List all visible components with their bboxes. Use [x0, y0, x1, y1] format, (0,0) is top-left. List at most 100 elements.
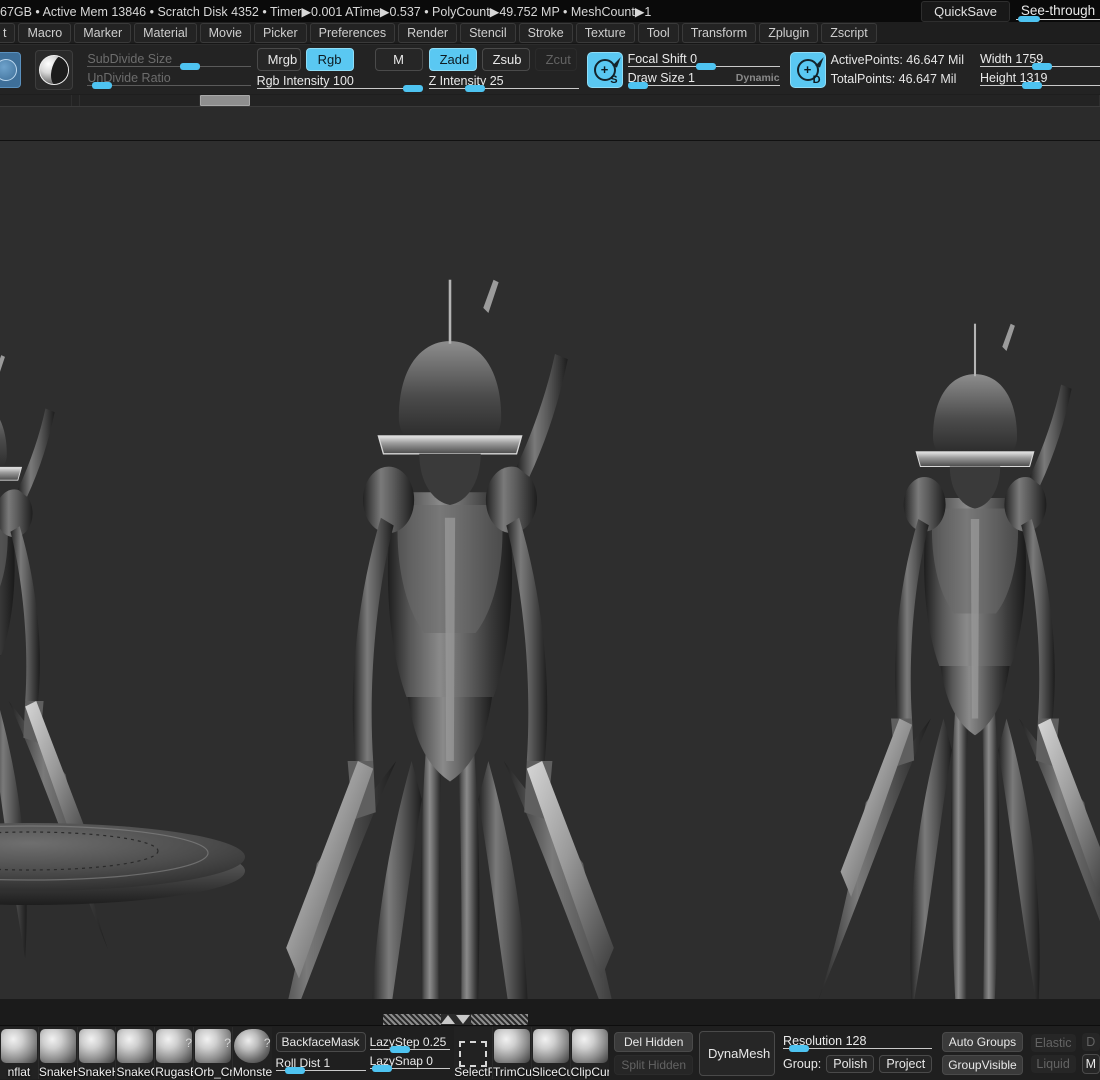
brush-item-inflat[interactable]: nflat [0, 1027, 39, 1079]
undivide-ratio-knob[interactable] [92, 82, 112, 89]
width-knob[interactable] [1032, 63, 1052, 70]
lazystep-track [370, 1049, 451, 1050]
tab-strip-segment-3[interactable] [80, 95, 200, 106]
lazystep-knob[interactable] [390, 1046, 410, 1053]
brush-item-monster[interactable]: ? Monste [233, 1027, 272, 1079]
menu-item-render[interactable]: Render [398, 23, 457, 43]
subdivide-size-slider[interactable]: SubDivide Size [87, 51, 250, 70]
lazysnap-slider[interactable]: LazySnap 0 [370, 1053, 451, 1072]
tool-trimcurve[interactable]: TrimCu [493, 1027, 532, 1079]
tool-slicecurve[interactable]: SliceCu [532, 1027, 571, 1079]
subdivide-slider-group: SubDivide Size UnDivide Ratio [87, 51, 250, 89]
sculpt-viewport-svg [0, 141, 1100, 999]
project-button[interactable]: Project [879, 1055, 932, 1073]
tab-strip-segment-2[interactable] [72, 95, 80, 106]
group-visible-button[interactable]: GroupVisible [942, 1055, 1022, 1075]
bottom-bar-drag-handle[interactable] [383, 1014, 528, 1025]
liquid-button[interactable]: Liquid [1031, 1055, 1076, 1073]
m-button-bottom[interactable]: M [1082, 1054, 1100, 1074]
zsub-button[interactable]: Zsub [482, 48, 530, 71]
tool-selectrect[interactable]: SelectR [454, 1027, 493, 1079]
height-slider[interactable]: Height 1319 [980, 70, 1100, 89]
brush-item-rugasb[interactable]: ? RugasB [155, 1027, 194, 1079]
draw-size-slider[interactable]: Draw Size 1 Dynamic [628, 70, 780, 89]
roll-dist-knob[interactable] [285, 1067, 305, 1074]
zcut-button[interactable]: Zcut [535, 48, 577, 71]
sculpt-canvas[interactable] [0, 141, 1100, 999]
z-intensity-knob[interactable] [465, 85, 485, 92]
tab-strip-segment-1[interactable] [0, 95, 72, 106]
menu-item-material[interactable]: Material [134, 23, 196, 43]
resolution-knob[interactable] [789, 1045, 809, 1052]
menu-item-tool[interactable]: Tool [638, 23, 679, 43]
hidden-geometry-group: Del Hidden Split Hidden [614, 1032, 693, 1075]
polish-button[interactable]: Polish [826, 1055, 874, 1073]
menu-item-zplugin[interactable]: Zplugin [759, 23, 818, 43]
d-button[interactable]: D [1082, 1033, 1100, 1051]
help-question-icon-monster[interactable]: ? [264, 1036, 271, 1050]
mrgb-button[interactable]: Mrgb [257, 48, 301, 71]
subdivide-size-knob[interactable] [180, 63, 200, 70]
focal-draw-sliders: Focal Shift 0 Draw Size 1 Dynamic [628, 51, 780, 89]
brush-item-snakec[interactable]: SnakeC [116, 1027, 155, 1079]
split-hidden-button[interactable]: Split Hidden [614, 1055, 693, 1075]
menu-item-zscript[interactable]: Zscript [821, 23, 877, 43]
color-swatch-button[interactable] [0, 52, 21, 88]
brush-item-snakeh2[interactable]: SnakeH [78, 1027, 117, 1079]
auto-groups-button[interactable]: Auto Groups [942, 1032, 1022, 1052]
brush-stroke-icon[interactable]: + S [587, 52, 623, 88]
width-slider[interactable]: Width 1759 [980, 51, 1100, 70]
tab-strip-active-segment[interactable] [200, 95, 250, 106]
arrow-down-icon[interactable] [456, 1015, 470, 1024]
brush-item-orbcrack[interactable]: ? Orb_Cr [194, 1027, 233, 1079]
elastic-button[interactable]: Elastic [1031, 1034, 1076, 1052]
menu-item-clipped[interactable]: t [0, 23, 15, 43]
material-button[interactable] [35, 50, 73, 90]
draw-size-knob[interactable] [628, 82, 648, 89]
resolution-slider[interactable]: Resolution 128 [783, 1033, 932, 1052]
menu-item-movie[interactable]: Movie [200, 23, 251, 43]
menu-item-picker[interactable]: Picker [254, 23, 307, 43]
zadd-button[interactable]: Zadd [429, 48, 477, 71]
menu-bar: t Macro Marker Material Movie Picker Pre… [0, 22, 1100, 44]
lazysnap-knob[interactable] [372, 1065, 392, 1072]
tool-clipcurve[interactable]: ClipCur [571, 1027, 610, 1079]
rgb-intensity-knob[interactable] [403, 85, 423, 92]
backfacemask-button[interactable]: BackfaceMask [276, 1032, 366, 1052]
secondary-palette-bar [0, 106, 1100, 141]
tab-strip-segment-rest[interactable] [250, 95, 1100, 106]
m-button[interactable]: M [375, 48, 423, 71]
menu-item-preferences[interactable]: Preferences [310, 23, 395, 43]
see-through-slider[interactable]: See-through [1016, 3, 1100, 20]
lazystep-slider[interactable]: LazyStep 0.25 [370, 1034, 451, 1053]
focal-shift-knob[interactable] [696, 63, 716, 70]
menu-item-transform[interactable]: Transform [682, 23, 757, 43]
dynamic-label: Dynamic [736, 72, 780, 84]
menu-item-stencil[interactable]: Stencil [460, 23, 516, 43]
help-question-icon-rugasb[interactable]: ? [185, 1036, 192, 1050]
menu-item-stroke[interactable]: Stroke [519, 23, 573, 43]
help-question-icon-orbcrack[interactable]: ? [224, 1036, 231, 1050]
rgb-button[interactable]: Rgb [306, 48, 354, 71]
undivide-ratio-slider[interactable]: UnDivide Ratio [87, 70, 250, 89]
brush-rugasb-label: RugasB [155, 1065, 193, 1079]
quicksave-button[interactable]: QuickSave [921, 1, 1010, 22]
menu-item-texture[interactable]: Texture [576, 23, 635, 43]
focal-shift-slider[interactable]: Focal Shift 0 [628, 51, 780, 70]
rgb-controls-group: Mrgb Rgb M Rgb Intensity 100 [257, 48, 423, 92]
menu-item-marker[interactable]: Marker [74, 23, 131, 43]
z-intensity-slider[interactable]: Z Intensity 25 [429, 73, 579, 92]
dynamic-brush-icon[interactable]: + D [790, 52, 826, 88]
height-knob[interactable] [1022, 82, 1042, 89]
grouping-buttons-group: Auto Groups GroupVisible [942, 1032, 1022, 1075]
dynamesh-button[interactable]: DynaMesh [699, 1031, 775, 1076]
del-hidden-button[interactable]: Del Hidden [614, 1032, 693, 1052]
arrow-up-icon[interactable] [441, 1015, 455, 1024]
total-points-text: TotalPoints: 46.647 Mil [831, 70, 964, 89]
see-through-knob[interactable] [1018, 16, 1040, 22]
drag-handle-arrows[interactable] [441, 1014, 471, 1025]
brush-item-snakeh[interactable]: SnakeH [39, 1027, 78, 1079]
rgb-intensity-slider[interactable]: Rgb Intensity 100 [257, 73, 423, 92]
roll-dist-slider[interactable]: Roll Dist 1 [276, 1055, 366, 1074]
menu-item-macro[interactable]: Macro [18, 23, 71, 43]
